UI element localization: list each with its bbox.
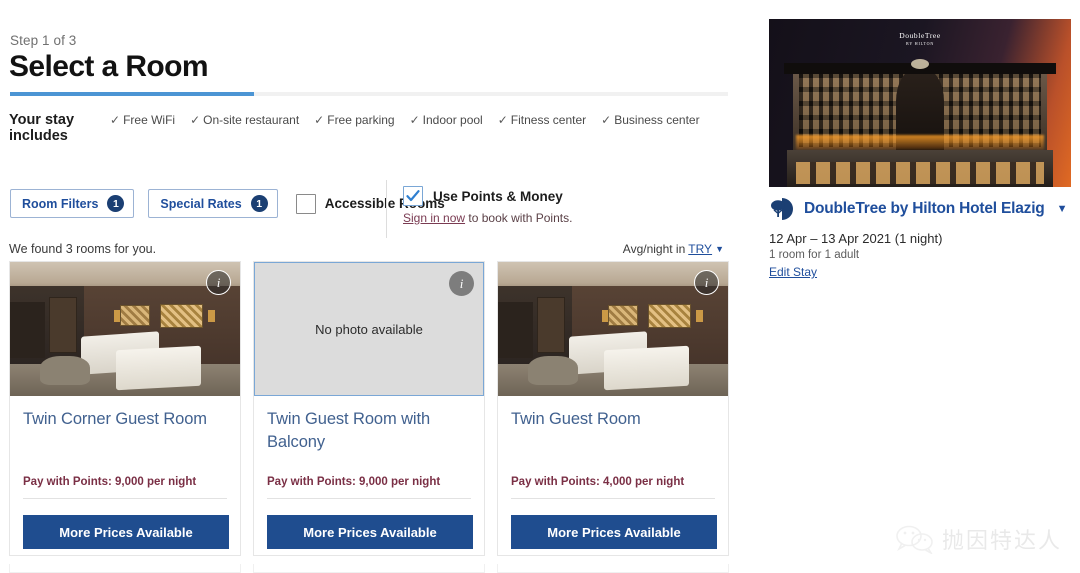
- room-card-body: Twin Guest Room Pay with Points: 4,000 p…: [498, 396, 728, 549]
- step-indicator: Step 1 of 3: [10, 33, 77, 48]
- check-icon: ✓: [497, 113, 508, 127]
- room-name[interactable]: Twin Guest Room with Balcony: [267, 408, 471, 454]
- step-progress-fill: [10, 92, 255, 96]
- more-prices-button[interactable]: More Prices Available: [23, 515, 229, 549]
- info-icon[interactable]: i: [694, 270, 719, 295]
- amenity-label: Free WiFi: [123, 113, 176, 127]
- amenity-label: Business center: [614, 113, 700, 127]
- room-card-body: Twin Corner Guest Room Pay with Points: …: [10, 396, 240, 549]
- hotel-crest-icon: [911, 59, 929, 70]
- room-points-price: Pay with Points: 9,000 per night: [267, 476, 471, 499]
- room-card[interactable]: i Twin Guest Room Pay with Points: 4,000…: [497, 261, 729, 556]
- doubletree-logo-icon: [769, 196, 795, 222]
- stay-summary-sidebar: DoubleTree BY HILTON DoubleTree by Hilto…: [752, 0, 1080, 573]
- currency-code[interactable]: TRY: [688, 242, 712, 256]
- special-rates-badge: 1: [250, 195, 268, 212]
- use-points-checkbox-row[interactable]: Use Points & Money: [403, 186, 572, 206]
- amenity-item: ✓ Free parking: [314, 113, 394, 127]
- room-cards-list: i Twin Corner Guest Room Pay with Points…: [9, 261, 729, 556]
- main-content: Step 1 of 3 Select a Room Your stay incl…: [0, 0, 752, 573]
- hotel-sign-text: DoubleTree: [899, 31, 941, 41]
- hotel-name-row[interactable]: DoubleTree by Hilton Hotel Elazig ▼: [769, 196, 1067, 222]
- chevron-down-icon[interactable]: ▼: [715, 244, 724, 254]
- points-money-block: Use Points & Money Sign in now to book w…: [403, 186, 572, 225]
- more-prices-button[interactable]: More Prices Available: [511, 515, 717, 549]
- watermark-text: 抛因特达人: [941, 529, 1062, 554]
- amenities-list: ✓ Free WiFi ✓ On-site restaurant ✓ Free par…: [110, 113, 700, 127]
- room-photo[interactable]: i: [10, 262, 240, 396]
- stay-includes-label: Your stay includes: [9, 112, 75, 144]
- checkbox-unchecked-icon[interactable]: [295, 193, 316, 214]
- check-icon: ✓: [110, 113, 121, 127]
- room-filters-label: Room Filters: [22, 196, 99, 211]
- amenity-label: Indoor pool: [422, 113, 483, 127]
- avg-night-label: Avg/night in: [622, 242, 686, 256]
- filters-row: Room Filters 1 Special Rates 1 Accessibl…: [10, 189, 445, 218]
- chevron-down-icon[interactable]: ▼: [1057, 203, 1068, 215]
- sign-in-now-link[interactable]: Sign in now: [403, 211, 465, 225]
- room-name[interactable]: Twin Corner Guest Room: [23, 408, 227, 454]
- signin-hint-suffix: to book with Points.: [465, 211, 573, 225]
- amenity-item: ✓ Business center: [601, 113, 699, 127]
- room-photo[interactable]: i: [498, 262, 728, 396]
- amenity-item: ✓ Fitness center: [498, 113, 586, 127]
- check-icon: ✓: [409, 113, 420, 127]
- special-rates-button[interactable]: Special Rates 1: [148, 189, 278, 218]
- next-row-partial: [9, 564, 729, 573]
- room-card-body: Twin Guest Room with Balcony Pay with Po…: [254, 396, 484, 549]
- hotel-photo: DoubleTree BY HILTON: [769, 19, 1071, 187]
- room-filters-badge: 1: [107, 195, 125, 212]
- watermark: 抛因特达人: [895, 523, 1062, 555]
- hotel-name[interactable]: DoubleTree by Hilton Hotel Elazig: [804, 200, 1045, 218]
- amenity-item: ✓ Free WiFi: [110, 113, 175, 127]
- signin-hint: Sign in now to book with Points.: [403, 211, 572, 225]
- stay-guests: 1 room for 1 adult: [769, 249, 860, 261]
- wechat-icon: [896, 525, 933, 554]
- room-card[interactable]: No photo available i Twin Guest Room wit…: [253, 261, 485, 556]
- edit-stay-link[interactable]: Edit Stay: [769, 265, 817, 279]
- check-icon: ✓: [314, 113, 325, 127]
- hotel-rooftop-sign: DoubleTree BY HILTON: [899, 32, 941, 48]
- room-points-price: Pay with Points: 4,000 per night: [511, 476, 715, 499]
- step-progress-bar: [10, 92, 728, 96]
- vertical-divider: [386, 180, 387, 238]
- info-icon[interactable]: i: [206, 270, 231, 295]
- check-icon: ✓: [190, 113, 201, 127]
- amenity-label: On-site restaurant: [203, 113, 300, 127]
- checkbox-checked-icon[interactable]: [403, 186, 423, 206]
- room-photo[interactable]: No photo available i: [254, 262, 484, 396]
- amenity-item: ✓ On-site restaurant: [190, 113, 299, 127]
- currency-selector[interactable]: Avg/night in TRY ▼: [623, 242, 724, 256]
- room-card[interactable]: i Twin Corner Guest Room Pay with Points…: [9, 261, 241, 556]
- special-rates-label: Special Rates: [160, 196, 242, 211]
- amenity-item: ✓ Indoor pool: [410, 113, 483, 127]
- select-a-room-page: Step 1 of 3 Select a Room Your stay incl…: [0, 0, 1080, 573]
- check-icon: ✓: [601, 113, 612, 127]
- amenity-label: Free parking: [327, 113, 395, 127]
- room-points-price: Pay with Points: 9,000 per night: [23, 476, 227, 499]
- use-points-label: Use Points & Money: [433, 188, 563, 204]
- more-prices-button[interactable]: More Prices Available: [267, 515, 473, 549]
- page-title: Select a Room: [9, 50, 209, 83]
- stay-dates: 12 Apr – 13 Apr 2021 (1 night): [769, 231, 943, 246]
- room-filters-button[interactable]: Room Filters 1: [10, 189, 135, 218]
- room-name[interactable]: Twin Guest Room: [511, 408, 715, 454]
- info-icon[interactable]: i: [449, 271, 474, 296]
- results-count-text: We found 3 rooms for you.: [9, 242, 157, 256]
- hotel-sign-subtext: BY HILTON: [905, 41, 935, 47]
- amenity-label: Fitness center: [510, 113, 587, 127]
